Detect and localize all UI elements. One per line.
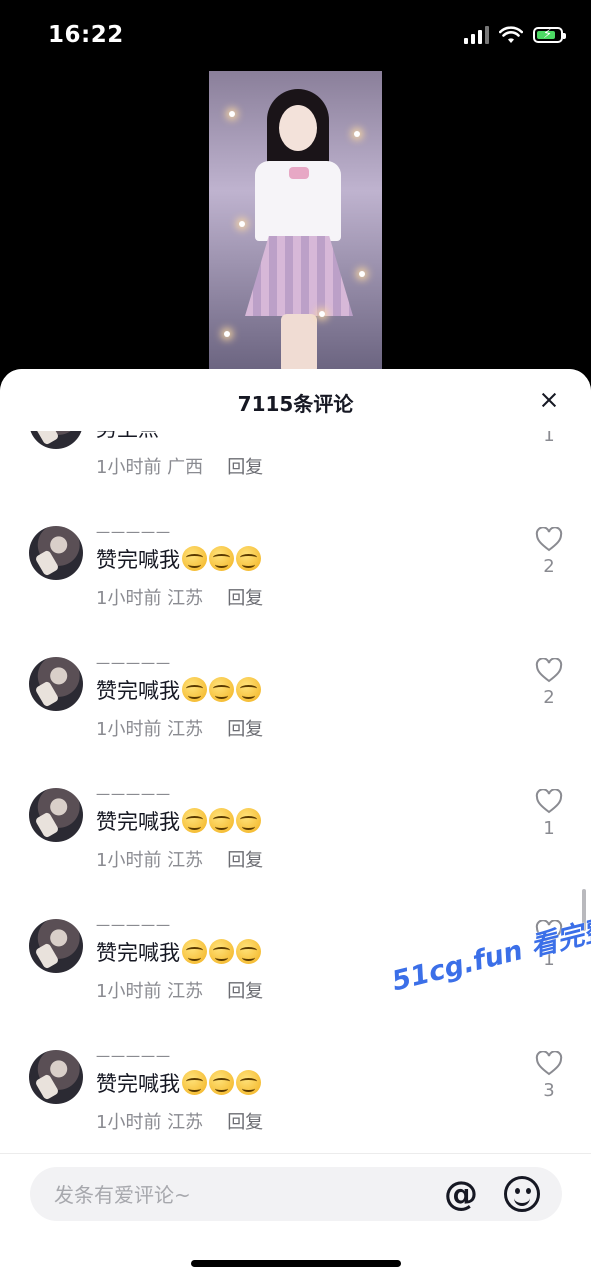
- comment-meta: 1小时前 江苏 回复: [96, 1108, 263, 1134]
- avatar[interactable]: [29, 431, 83, 449]
- comment-input-box[interactable]: @: [30, 1167, 562, 1223]
- sheet-header: 7115条评论: [0, 369, 591, 431]
- comment-time-location: 1小时前 广西: [96, 457, 204, 478]
- smile-emoji-icon: [236, 677, 261, 702]
- comment-meta: 1小时前 江苏 回复: [96, 846, 263, 872]
- reply-button[interactable]: 回复: [227, 981, 263, 1002]
- like-count: 2: [543, 687, 555, 708]
- smile-emoji-icon: [182, 939, 207, 964]
- battery-icon: ⚡: [533, 27, 566, 43]
- comment-meta: 1小时前 广西 回复: [96, 453, 263, 479]
- smile-emoji-icon: [236, 1070, 261, 1095]
- smile-emoji-icon: [182, 808, 207, 833]
- heart-icon[interactable]: [535, 527, 563, 552]
- comment-item[interactable]: 一一一一一赞完喊我 1小时前 江苏 回复 2: [0, 642, 591, 773]
- like-count: 1: [543, 431, 555, 446]
- comment-text: 男生点: [96, 431, 159, 443]
- home-indicator: [191, 1260, 401, 1267]
- smile-emoji-icon: [236, 546, 261, 571]
- comment-username[interactable]: 一一一一一: [96, 1047, 171, 1067]
- smile-emoji-icon: [182, 677, 207, 702]
- smile-emoji-icon: [182, 546, 207, 571]
- comment-meta: 1小时前 江苏 回复: [96, 715, 263, 741]
- avatar[interactable]: [29, 526, 83, 580]
- avatar[interactable]: [29, 1050, 83, 1104]
- status-icons: ⚡: [464, 26, 566, 44]
- comment-text-content: 男生点: [96, 431, 159, 441]
- smile-emoji-icon: [209, 677, 234, 702]
- cellular-signal-icon: [464, 26, 489, 44]
- comment-meta: 1小时前 江苏 回复: [96, 584, 263, 610]
- comment-username[interactable]: 一一一一一: [96, 916, 171, 936]
- comment-item[interactable]: 天麟旭 （冒炮）男生点1小时前 广西回复1: [0, 431, 591, 511]
- smile-emoji-icon: [236, 939, 261, 964]
- comment-item[interactable]: 一一一一一赞完喊我 1小时前 江苏 回复 3: [0, 1035, 591, 1153]
- like-count: 3: [543, 1080, 555, 1101]
- avatar[interactable]: [29, 788, 83, 842]
- smile-emoji-icon: [182, 1070, 207, 1095]
- heart-icon[interactable]: [535, 1051, 563, 1076]
- comment-username[interactable]: 一一一一一: [96, 785, 171, 805]
- like-button[interactable]: 1: [534, 789, 564, 839]
- smile-emoji-icon: [236, 808, 261, 833]
- emoji-icon[interactable]: [504, 1176, 540, 1212]
- status-time: 16:22: [48, 22, 124, 48]
- comment-time-location: 1小时前 江苏: [96, 719, 204, 740]
- like-button[interactable]: 1: [534, 431, 564, 446]
- comment-text: 赞完喊我: [96, 675, 261, 705]
- smile-emoji-icon: [209, 808, 234, 833]
- heart-icon[interactable]: [535, 658, 563, 683]
- comment-item[interactable]: 一一一一一赞完喊我 1小时前 江苏 回复 2: [0, 511, 591, 642]
- smile-emoji-icon: [209, 1070, 234, 1095]
- comments-sheet: 7115条评论 天麟旭 （冒炮）男生点1小时前 广西回复1一一一一一赞完喊我1小…: [0, 369, 591, 1280]
- reply-button[interactable]: 回复: [227, 719, 263, 740]
- comment-time-location: 1小时前 江苏: [96, 981, 204, 1002]
- comment-username[interactable]: 一一一一一: [96, 654, 171, 674]
- wifi-icon: [499, 26, 523, 43]
- avatar[interactable]: [29, 919, 83, 973]
- at-icon[interactable]: @: [442, 1175, 480, 1213]
- smile-emoji-icon: [209, 939, 234, 964]
- like-button[interactable]: 2: [534, 527, 564, 577]
- close-icon[interactable]: [537, 389, 561, 413]
- reply-button[interactable]: 回复: [227, 457, 263, 478]
- reply-button[interactable]: 回复: [227, 588, 263, 609]
- video-thumbnail[interactable]: [209, 71, 382, 371]
- comment-meta: 1小时前 江苏 回复: [96, 977, 263, 1003]
- comment-text: 赞完喊我: [96, 937, 261, 967]
- comment-time-location: 1小时前 江苏: [96, 588, 204, 609]
- status-bar: 16:22 ⚡: [0, 0, 591, 70]
- comment-text-content: 赞完喊我: [96, 810, 180, 834]
- comment-username[interactable]: 一一一一一: [96, 523, 171, 543]
- comment-item[interactable]: 一一一一一赞完喊我 1小时前 江苏 回复 1: [0, 773, 591, 904]
- comment-input[interactable]: [52, 1167, 436, 1223]
- comment-count-title: 7115条评论: [237, 392, 354, 416]
- reply-button[interactable]: 回复: [227, 1112, 263, 1133]
- comment-text-content: 赞完喊我: [96, 679, 180, 703]
- comment-text-content: 赞完喊我: [96, 1072, 180, 1096]
- comment-text: 赞完喊我: [96, 806, 261, 836]
- comment-time-location: 1小时前 江苏: [96, 1112, 204, 1133]
- comment-text-content: 赞完喊我: [96, 941, 180, 965]
- like-count: 2: [543, 556, 555, 577]
- like-count: 1: [543, 818, 555, 839]
- comment-text: 赞完喊我: [96, 1068, 261, 1098]
- avatar[interactable]: [29, 657, 83, 711]
- like-button[interactable]: 3: [534, 1051, 564, 1101]
- comment-text: 赞完喊我: [96, 544, 261, 574]
- smile-emoji-icon: [209, 546, 234, 571]
- comment-text-content: 赞完喊我: [96, 548, 180, 572]
- heart-icon[interactable]: [535, 789, 563, 814]
- reply-button[interactable]: 回复: [227, 850, 263, 871]
- like-button[interactable]: 2: [534, 658, 564, 708]
- comment-list[interactable]: 天麟旭 （冒炮）男生点1小时前 广西回复1一一一一一赞完喊我1小时前 江苏回复2…: [0, 431, 591, 1153]
- comment-time-location: 1小时前 江苏: [96, 850, 204, 871]
